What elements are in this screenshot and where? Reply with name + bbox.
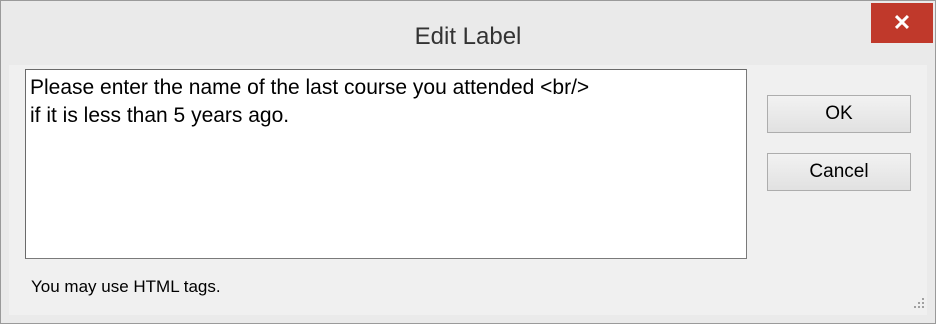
dialog-title: Edit Label (414, 23, 522, 50)
close-icon: ✕ (892, 10, 912, 35)
dialog-body: OK Cancel You may use HTML tags. (9, 65, 927, 315)
resize-grip-icon[interactable] (911, 295, 925, 309)
html-hint-text: You may use HTML tags. (31, 277, 221, 296)
close-button[interactable]: ✕ (871, 3, 933, 43)
title-bar[interactable]: Edit Label ✕ (1, 1, 935, 64)
ok-button[interactable]: OK (767, 95, 911, 133)
label-text-input[interactable] (25, 69, 747, 259)
edit-label-dialog: Edit Label ✕ OK Cancel You may use HTML … (0, 0, 936, 324)
cancel-button[interactable]: Cancel (767, 153, 911, 191)
